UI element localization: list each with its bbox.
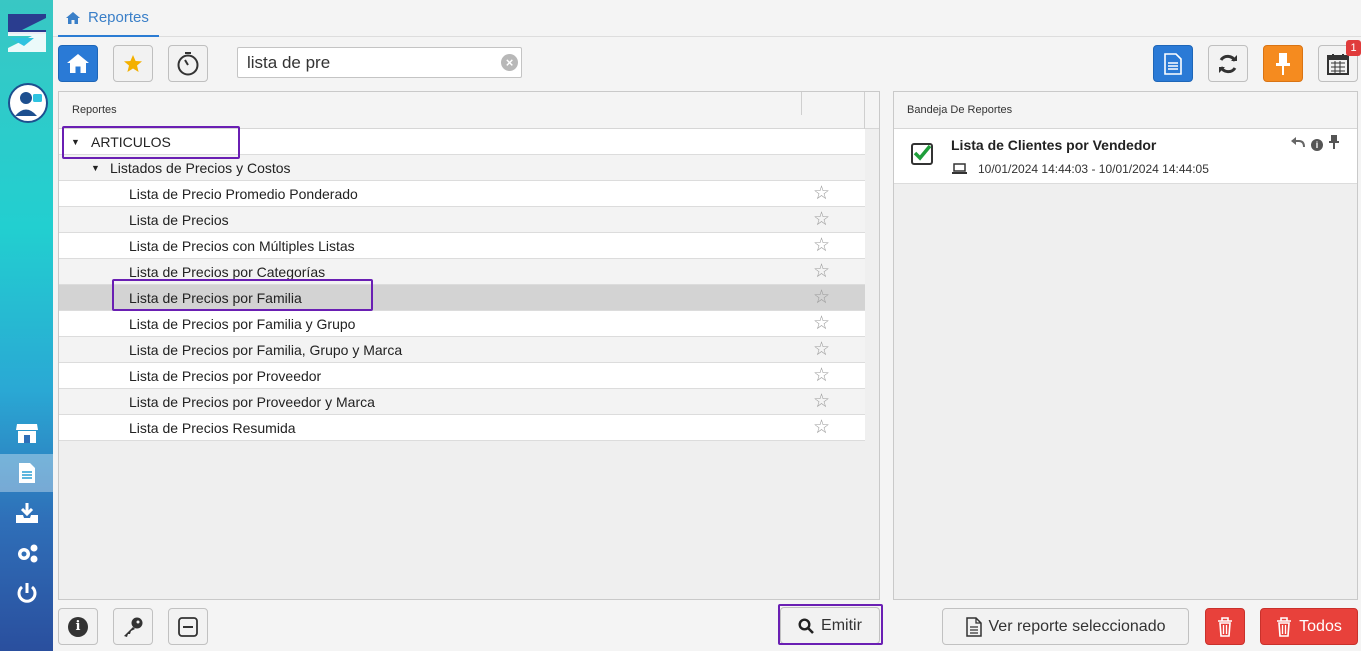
tree-item[interactable]: Lista de Precios por Proveedor ☆ xyxy=(59,363,865,389)
pin-button[interactable] xyxy=(1263,45,1303,82)
home-icon xyxy=(67,54,89,73)
reports-tree: ▼ ARTICULOS ▼ Listados de Precios y Cost… xyxy=(59,129,865,441)
tray-item-timestamps: 10/01/2024 14:44:03 - 10/01/2024 14:44:0… xyxy=(978,162,1209,176)
emit-button-label: Emitir xyxy=(821,616,862,634)
tree-item-label: Lista de Precios por Familia xyxy=(129,289,302,306)
tab-bar: Reportes xyxy=(53,0,1361,37)
checkbox-checked-icon[interactable] xyxy=(911,143,933,165)
tree-item-label: Lista de Precios con Múltiples Listas xyxy=(129,237,355,254)
favorites-button[interactable] xyxy=(113,45,153,82)
reports-panel: Reportes ▼ ARTICULOS ▼ Listados de Preci… xyxy=(58,91,880,600)
report-document-icon[interactable] xyxy=(0,454,53,492)
tree-item[interactable]: Lista de Precios por Familia y Grupo ☆ xyxy=(59,311,865,337)
tree-item[interactable]: Lista de Precios con Múltiples Listas ☆ xyxy=(59,233,865,259)
favorite-star-icon[interactable]: ☆ xyxy=(813,288,830,307)
trash-icon xyxy=(1277,616,1292,637)
download-inbox-icon[interactable] xyxy=(0,494,53,532)
refresh-icon xyxy=(1219,54,1237,73)
store-icon[interactable] xyxy=(0,414,53,452)
reply-icon[interactable] xyxy=(1290,135,1305,153)
collapse-button[interactable] xyxy=(168,608,208,645)
minus-square-icon xyxy=(178,616,198,637)
reports-header-label: Reportes xyxy=(72,104,117,116)
report-tray-panel: Bandeja De Reportes Lista de Clientes po… xyxy=(893,91,1358,600)
tree-item[interactable]: Lista de Precios Resumida ☆ xyxy=(59,415,865,441)
tree-item-label: Lista de Precios Resumida xyxy=(129,419,296,436)
tab-label: Reportes xyxy=(88,9,149,26)
report-tray-header: Bandeja De Reportes xyxy=(894,92,1357,129)
refresh-button[interactable] xyxy=(1208,45,1248,82)
star-icon xyxy=(124,54,142,72)
favorite-star-icon[interactable]: ☆ xyxy=(813,366,830,385)
view-selected-report-label: Ver reporte seleccionado xyxy=(988,617,1166,635)
favorite-star-icon[interactable]: ☆ xyxy=(813,314,830,333)
info-icon[interactable]: i xyxy=(1311,139,1323,151)
key-button[interactable] xyxy=(113,608,153,645)
delete-all-label: Todos xyxy=(1299,617,1342,635)
search-icon xyxy=(798,617,814,634)
tree-item-label: Lista de Precios por Proveedor y Marca xyxy=(129,393,375,410)
caret-down-icon[interactable]: ▼ xyxy=(71,137,80,147)
emit-button[interactable]: Emitir xyxy=(780,607,880,644)
search-input[interactable] xyxy=(237,47,522,78)
tray-report-item[interactable]: Lista de Clientes por Vendedor 10/01/202… xyxy=(894,129,1357,184)
reports-panel-header: Reportes xyxy=(59,92,879,129)
tree-item[interactable]: Lista de Precios por Proveedor y Marca ☆ xyxy=(59,389,865,415)
tree-item-label: Lista de Precios por Proveedor xyxy=(129,367,322,384)
tree-item-label: Lista de Precio Promedio Ponderado xyxy=(129,185,358,202)
favorite-star-icon[interactable]: ☆ xyxy=(813,418,830,437)
view-selected-report-button[interactable]: Ver reporte seleccionado xyxy=(942,608,1189,645)
tree-item-label: Lista de Precios por Familia, Grupo y Ma… xyxy=(129,341,403,358)
document-icon xyxy=(965,616,982,637)
tree-item-label: Lista de Precios por Categorías xyxy=(129,263,326,280)
user-avatar[interactable] xyxy=(8,83,48,123)
sidebar xyxy=(0,0,53,651)
tree-item[interactable]: Lista de Precio Promedio Ponderado ☆ xyxy=(59,181,865,207)
info-icon: i xyxy=(68,616,88,637)
notification-badge: 1 xyxy=(1346,40,1361,56)
caret-down-icon[interactable]: ▼ xyxy=(91,163,100,173)
home-small-icon xyxy=(66,11,80,24)
favorite-star-icon[interactable]: ☆ xyxy=(813,210,830,229)
tab-reportes[interactable]: Reportes xyxy=(58,0,159,37)
column-divider xyxy=(864,92,865,129)
tree-item-selected[interactable]: Lista de Precios por Familia ☆ xyxy=(59,285,865,311)
column-divider xyxy=(801,92,802,115)
trash-icon xyxy=(1218,616,1232,637)
reports-document-button[interactable] xyxy=(1153,45,1193,82)
info-button[interactable]: i xyxy=(58,608,98,645)
key-icon xyxy=(124,617,143,637)
delete-button[interactable] xyxy=(1205,608,1245,645)
power-icon[interactable] xyxy=(0,574,53,612)
tree-group-label: Listados de Precios y Costos xyxy=(110,159,291,176)
tree-item[interactable]: Lista de Precios por Familia, Grupo y Ma… xyxy=(59,337,865,363)
report-tray-header-label: Bandeja De Reportes xyxy=(907,104,1013,116)
tree-root-label: ARTICULOS xyxy=(91,133,171,150)
calendar-icon xyxy=(1327,53,1349,75)
history-timer-icon xyxy=(177,51,199,75)
favorite-star-icon[interactable]: ☆ xyxy=(813,236,830,255)
history-button[interactable] xyxy=(168,45,208,82)
app-logo[interactable] xyxy=(4,10,50,56)
tree-item-label: Lista de Precios por Familia y Grupo xyxy=(129,315,356,332)
document-icon xyxy=(1164,52,1182,75)
favorite-star-icon[interactable]: ☆ xyxy=(813,262,830,281)
laptop-icon xyxy=(952,162,967,180)
tree-item-label: Lista de Precios xyxy=(129,211,229,228)
favorite-star-icon[interactable]: ☆ xyxy=(813,184,830,203)
tray-item-title: Lista de Clientes por Vendedor xyxy=(951,137,1157,153)
tree-item[interactable]: Lista de Precios ☆ xyxy=(59,207,865,233)
delete-all-button[interactable]: Todos xyxy=(1260,608,1358,645)
settings-gears-icon[interactable] xyxy=(0,534,53,572)
pin-icon xyxy=(1276,52,1290,75)
pin-small-icon[interactable] xyxy=(1329,135,1339,154)
search-clear-icon[interactable]: × xyxy=(501,54,518,71)
tree-root-articulos[interactable]: ▼ ARTICULOS xyxy=(59,129,865,155)
favorite-star-icon[interactable]: ☆ xyxy=(813,340,830,359)
home-button[interactable] xyxy=(58,45,98,82)
tree-group-listados[interactable]: ▼ Listados de Precios y Costos xyxy=(59,155,865,181)
tree-item[interactable]: Lista de Precios por Categorías ☆ xyxy=(59,259,865,285)
favorite-star-icon[interactable]: ☆ xyxy=(813,392,830,411)
